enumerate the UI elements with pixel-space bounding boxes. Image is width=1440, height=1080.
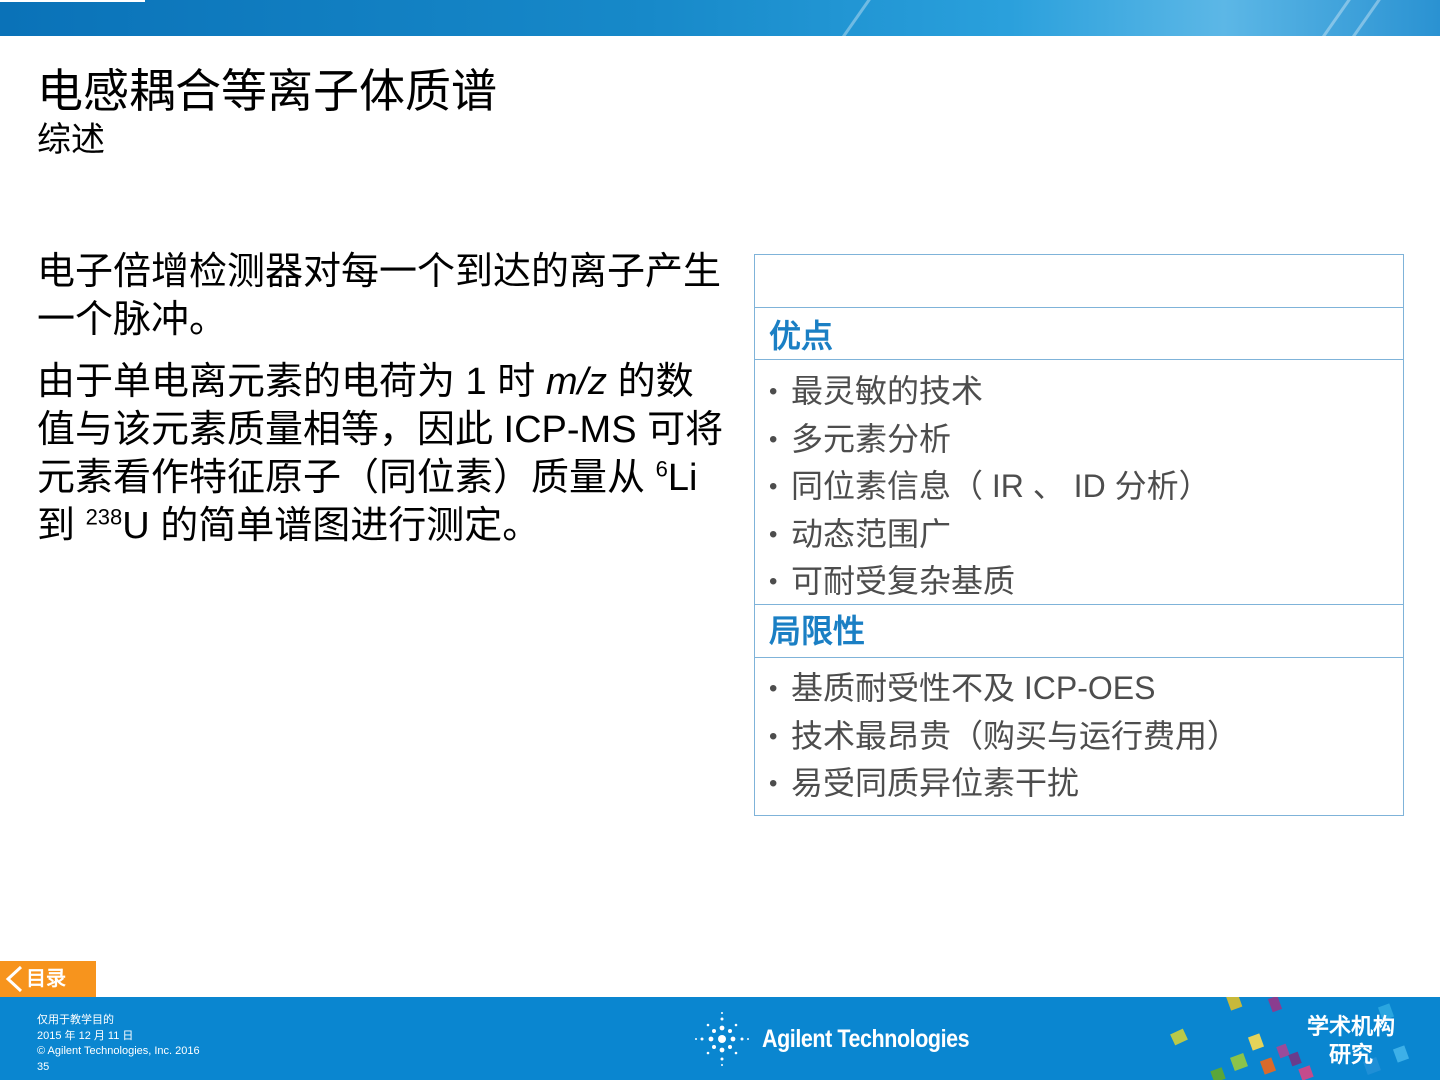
footer-date: 2015 年 12 月 11 日 (37, 1029, 134, 1042)
footer-bar: 仅用于教学目的 2015 年 12 月 11 日 © Agilent Techn… (0, 997, 1440, 1080)
limitations-list: • 基质耐受性不及 ICP-OES • 技术最昂贵（购买与运行费用） • 易受同质异位… (769, 665, 1239, 808)
footer-copyright: © Agilent Technologies, Inc. 2016 (37, 1045, 200, 1057)
banner-accent-line (0, 0, 145, 2)
limitations-heading: 局限性 (769, 613, 866, 649)
slide-title: 电感耦合等离子体质谱 (37, 65, 497, 117)
body-paragraph-2: 由于单电离元素的电荷为 1 时 m/z 的数值与该元素质量相等，因此 ICP-M… (37, 358, 727, 550)
bullet-icon: • (769, 520, 778, 548)
advantages-list: • 最灵敏的技术 • 多元素分析 • 同位素信息（ IR 、 ID 分析） • 动态范围… (769, 368, 1211, 606)
footer-meta: 仅用于教学目的 2015 年 12 月 11 日 © Agilent Techn… (37, 1013, 200, 1075)
page-number: 35 (37, 1060, 50, 1073)
bullet-icon: • (769, 378, 778, 405)
toc-button[interactable]: 目录 (0, 961, 96, 997)
bullet-icon: • (769, 425, 778, 453)
table-divider (755, 657, 1403, 658)
slide-subtitle: 综述 (37, 121, 105, 159)
agilent-spark-icon (695, 1012, 749, 1066)
banner-streak (1304, 0, 1359, 36)
list-item: • 基质耐受性不及 ICP-OES (769, 665, 1239, 713)
list-item: • 可耐受复杂基质 (769, 558, 1211, 606)
list-item: • 多元素分析 (769, 416, 1211, 464)
advantages-heading: 优点 (769, 318, 834, 354)
bullet-icon: • (769, 568, 778, 595)
bullet-icon: • (769, 675, 778, 702)
isotope-mass-li: 6 (655, 456, 668, 482)
academic-research-badge: 学术机构 研究 (1307, 1013, 1395, 1069)
institute-line-2: 研究 (1328, 1042, 1373, 1067)
para2-text-a: 由于单电离元素的电荷为 1 时 (37, 361, 546, 403)
top-banner (0, 0, 1440, 36)
body-text: 电子倍增检测器对每一个到达的离子产生一个脉冲。 由于单电离元素的电荷为 1 时 … (37, 248, 727, 564)
list-item: • 同位素信息（ IR 、 ID 分析） (769, 463, 1211, 511)
isotope-mass-u: 238 (85, 504, 123, 530)
bullet-icon: • (769, 770, 778, 797)
list-item: • 技术最昂贵（购买与运行费用） (769, 713, 1239, 761)
para2-text-d: U 的简单谱图进行测定。 (122, 505, 541, 547)
bullet-icon: • (769, 722, 778, 750)
body-paragraph-1: 电子倍增检测器对每一个到达的离子产生一个脉冲。 (37, 251, 722, 341)
toc-label: 目录 (26, 968, 66, 990)
footer-purpose: 仅用于教学目的 (37, 1014, 114, 1026)
institute-line-1: 学术机构 (1306, 1014, 1395, 1039)
chevron-left-icon (5, 965, 23, 993)
table-divider (755, 359, 1403, 360)
table-divider (755, 604, 1403, 605)
table-divider (755, 307, 1403, 308)
mz-symbol: m/z (545, 361, 608, 403)
brand-name: Agilent Technologies (762, 1025, 970, 1053)
banner-streak (824, 0, 879, 36)
list-item: • 易受同质异位素干扰 (769, 760, 1239, 808)
bullet-icon: • (769, 473, 778, 500)
pros-cons-table: 优点 • 最灵敏的技术 • 多元素分析 • 同位素信息（ IR 、 ID 分析） • 动… (754, 254, 1404, 816)
list-item: • 最灵敏的技术 (769, 368, 1211, 416)
list-item: • 动态范围广 (769, 511, 1211, 559)
